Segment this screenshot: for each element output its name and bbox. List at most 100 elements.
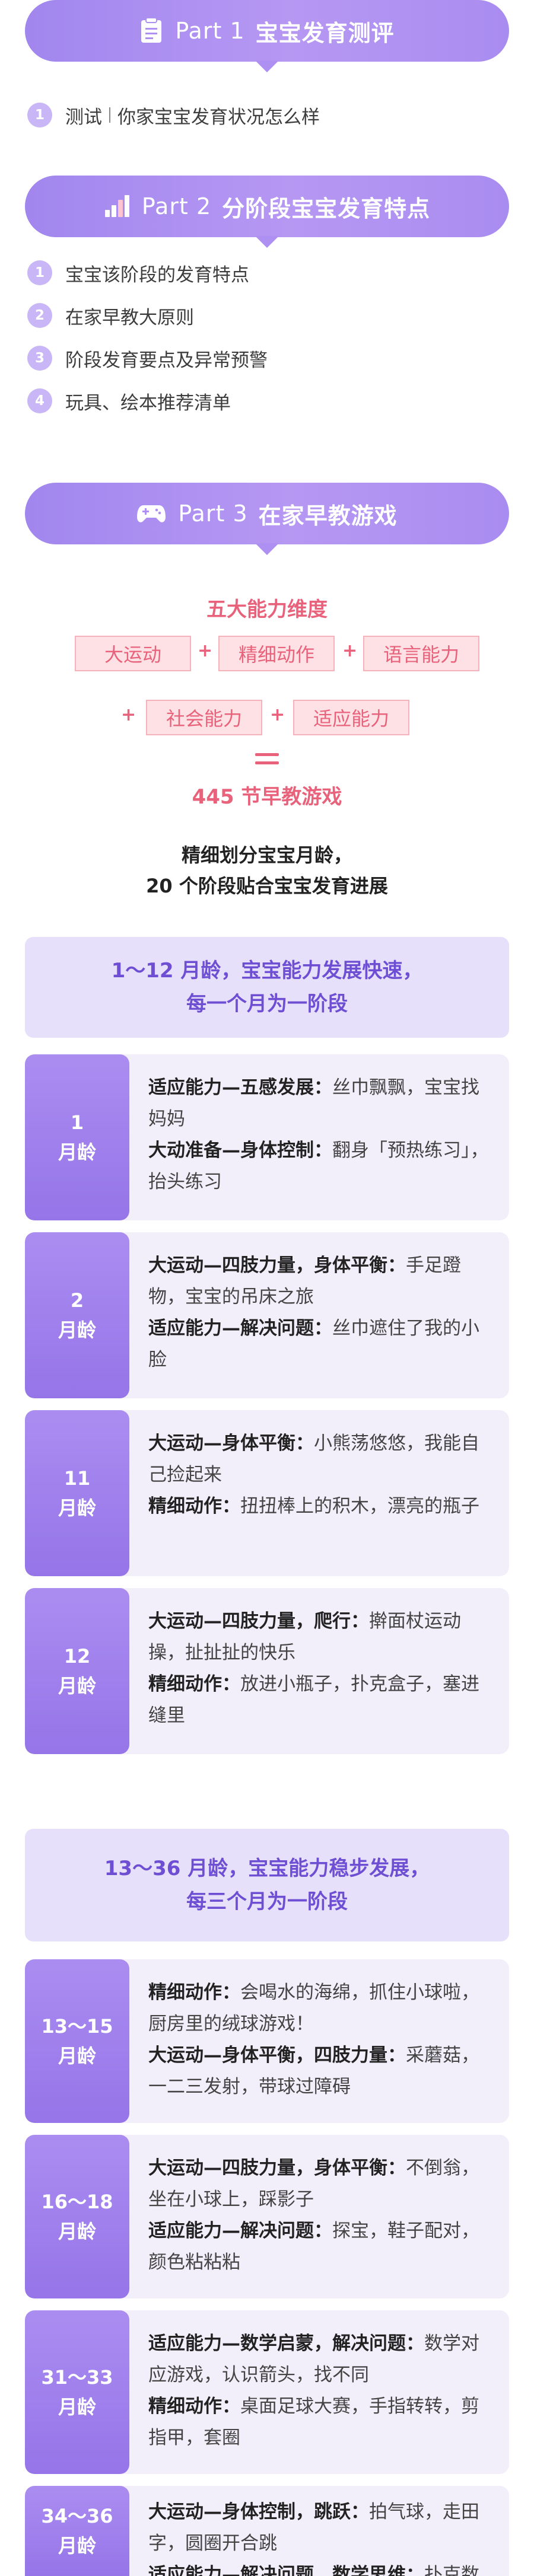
activity-content: 大运动—身体平衡：小熊荡悠悠，我能自己捡起来 精细动作：扭扭棒上的积木，漂亮的瓶… [129, 1410, 509, 1576]
age-unit: 月龄 [58, 2534, 96, 2557]
part1-title: 宝宝发育测评 [255, 20, 395, 46]
activity-category: 大运动—身体控制，跳跃： [148, 2501, 369, 2523]
list-item: 2 在家早教大原则 [27, 294, 268, 337]
activity-category: 大运动—四肢力量，爬行： [148, 1611, 369, 1632]
list-item-label: 阶段发育要点及异常预警 [65, 349, 268, 371]
dimension-pill: 适应能力 [293, 700, 409, 735]
age-row: 12 月龄 大运动—四肢力量，爬行：擀面杖运动操，扯扯扯的快乐 精细动作：放进小… [25, 1588, 509, 1754]
dimension-pill: 社会能力 [146, 700, 262, 735]
plus-sign: + [270, 704, 285, 725]
list-item-label: 宝宝该阶段的发育特点 [65, 264, 249, 286]
dimension-pill: 语言能力 [363, 636, 479, 671]
age-unit: 月龄 [58, 1675, 96, 1697]
age-badge: 16～18 月龄 [25, 2135, 129, 2298]
activity-category: 适应能力—五感发展： [148, 1077, 332, 1098]
age-unit: 月龄 [58, 2396, 96, 2418]
activity-category: 大动准备—身体控制： [148, 1140, 332, 1161]
section1-title-line1: 1～12 月龄，宝宝能力发展快速， [111, 959, 423, 983]
age-value: 13～15 [41, 2015, 113, 2038]
part2-header: Part 2 分阶段宝宝发育特点 [25, 176, 509, 237]
age-value: 34～36 [41, 2505, 113, 2527]
section1-title-line2: 每一个月为一阶段 [186, 992, 348, 1016]
list-item: 3 阶段发育要点及异常预警 [27, 337, 268, 380]
number-badge: 2 [27, 303, 52, 328]
part1-header: Part 1 宝宝发育测评 [25, 0, 509, 62]
part1-label: Part 1 [175, 18, 245, 44]
number-badge: 1 [27, 260, 52, 285]
list-item: 1 测试 你家宝宝发育状况怎么样 [27, 94, 320, 136]
activity-content: 大运动—身体控制，跳跃：拍气球，走田字，圆圈开合跳 适应能力—解决问题，数学思维… [129, 2486, 509, 2576]
activity-content: 大运动—四肢力量，爬行：擀面杖运动操，扯扯扯的快乐 精细动作：放进小瓶子，扑克盒… [129, 1588, 509, 1754]
age-row: 16～18 月龄 大运动—四肢力量，身体平衡：不倒翁，坐在小球上，踩影子 适应能… [25, 2135, 509, 2298]
age-badge: 31～33 月龄 [25, 2310, 129, 2474]
subtitle-line2: 20 个阶段贴合宝宝发育进展 [146, 875, 388, 897]
activity-category: 大运动—四肢力量，身体平衡： [148, 2157, 406, 2179]
list-item-label: 测试 [65, 106, 102, 128]
activity-category: 大运动—身体平衡，四肢力量： [148, 2045, 406, 2066]
part2-label: Part 2 [141, 193, 212, 219]
age-value: 1 [70, 1111, 84, 1134]
section1-header: 1～12 月龄，宝宝能力发展快速， 每一个月为一阶段 [25, 937, 509, 1038]
section2-header: 13～36 月龄，宝宝能力稳步发展， 每三个月为一阶段 [25, 1829, 509, 1941]
dimension-pill: 大运动 [75, 636, 191, 671]
age-value: 12 [63, 1645, 91, 1668]
activity-category: 精细动作： [148, 1673, 240, 1695]
activity-category: 大运动—身体平衡： [148, 1433, 314, 1454]
list-item: 1 宝宝该阶段的发育特点 [27, 251, 268, 294]
activity-category: 大运动—四肢力量，身体平衡： [148, 1255, 406, 1276]
document-icon [139, 17, 163, 44]
list-item-desc: 你家宝宝发育状况怎么样 [117, 106, 320, 128]
activity-category: 精细动作： [148, 2396, 240, 2417]
age-row: 11 月龄 大运动—身体平衡：小熊荡悠悠，我能自己捡起来 精细动作：扭扭棒上的积… [25, 1410, 509, 1576]
age-row: 34～36 月龄 大运动—身体控制，跳跃：拍气球，走田字，圆圈开合跳 适应能力—… [25, 2486, 509, 2576]
part1-list: 1 测试 你家宝宝发育状况怎么样 [27, 94, 320, 136]
plus-sign: + [198, 640, 213, 661]
section2-title-line2: 每三个月为一阶段 [186, 1890, 348, 1914]
age-value: 16～18 [41, 2191, 113, 2213]
age-value: 31～33 [41, 2366, 113, 2389]
activity-category: 精细动作： [148, 1496, 240, 1517]
part3-label: Part 3 [178, 500, 248, 527]
plus-sign: + [342, 640, 358, 661]
age-badge: 12 月龄 [25, 1588, 129, 1754]
bar-chart-icon [104, 195, 130, 218]
age-badge: 2 月龄 [25, 1232, 129, 1398]
number-badge: 1 [27, 103, 52, 127]
part2-title: 分阶段宝宝发育特点 [222, 195, 431, 222]
age-unit: 月龄 [58, 2220, 96, 2243]
activity-category: 适应能力—解决问题： [148, 1318, 332, 1339]
list-item-label: 玩具、绘本推荐清单 [65, 392, 231, 414]
activity-category: 精细动作： [148, 1982, 240, 2003]
games-total: 445 节早教游戏 [192, 785, 342, 809]
age-unit: 月龄 [58, 1319, 96, 1341]
age-row: 31～33 月龄 适应能力—数学启蒙，解决问题：数学对应游戏，认识箭头，找不同 … [25, 2310, 509, 2474]
activity-content: 大运动—四肢力量，身体平衡：不倒翁，坐在小球上，踩影子 适应能力—解决问题：探宝… [129, 2135, 509, 2298]
activity-content: 大运动—四肢力量，身体平衡：手足蹬物，宝宝的吊床之旅 适应能力—解决问题：丝巾遮… [129, 1232, 509, 1398]
activity-category: 适应能力—解决问题，数学思维： [148, 2564, 424, 2576]
activity-content: 精细动作：会喝水的海绵，抓住小球啦，厨房里的绒球游戏！ 大运动—身体平衡，四肢力… [129, 1959, 509, 2123]
divider [109, 107, 110, 123]
age-badge: 34～36 月龄 [25, 2486, 129, 2576]
subtitle-line1: 精细划分宝宝月龄， [181, 844, 352, 866]
list-item: 4 玩具、绘本推荐清单 [27, 380, 268, 422]
age-unit: 月龄 [58, 1141, 96, 1163]
plus-sign: + [121, 704, 136, 725]
part3-title: 在家早教游戏 [258, 502, 398, 529]
age-value: 2 [70, 1289, 84, 1312]
age-badge: 1 月龄 [25, 1054, 129, 1220]
age-row: 2 月龄 大运动—四肢力量，身体平衡：手足蹬物，宝宝的吊床之旅 适应能力—解决问… [25, 1232, 509, 1398]
age-unit: 月龄 [58, 2045, 96, 2067]
age-badge: 11 月龄 [25, 1410, 129, 1576]
number-badge: 3 [27, 346, 52, 371]
activity-content: 适应能力—五感发展：丝巾飘飘，宝宝找妈妈 大动准备—身体控制：翻身「预热练习」，… [129, 1054, 509, 1220]
age-row: 1 月龄 适应能力—五感发展：丝巾飘飘，宝宝找妈妈 大动准备—身体控制：翻身「预… [25, 1054, 509, 1220]
activity-games: 扭扭棒上的积木，漂亮的瓶子 [240, 1496, 479, 1517]
part3-header: Part 3 在家早教游戏 [25, 483, 509, 544]
gamepad-icon [136, 503, 166, 524]
activity-category: 适应能力—数学启蒙，解决问题： [148, 2333, 424, 2354]
part2-list: 1 宝宝该阶段的发育特点 2 在家早教大原则 3 阶段发育要点及异常预警 4 玩… [27, 251, 268, 422]
dimensions-title: 五大能力维度 [206, 598, 328, 621]
section2-title-line1: 13～36 月龄，宝宝能力稳步发展， [104, 1857, 430, 1880]
age-value: 11 [63, 1467, 91, 1490]
number-badge: 4 [27, 388, 52, 413]
